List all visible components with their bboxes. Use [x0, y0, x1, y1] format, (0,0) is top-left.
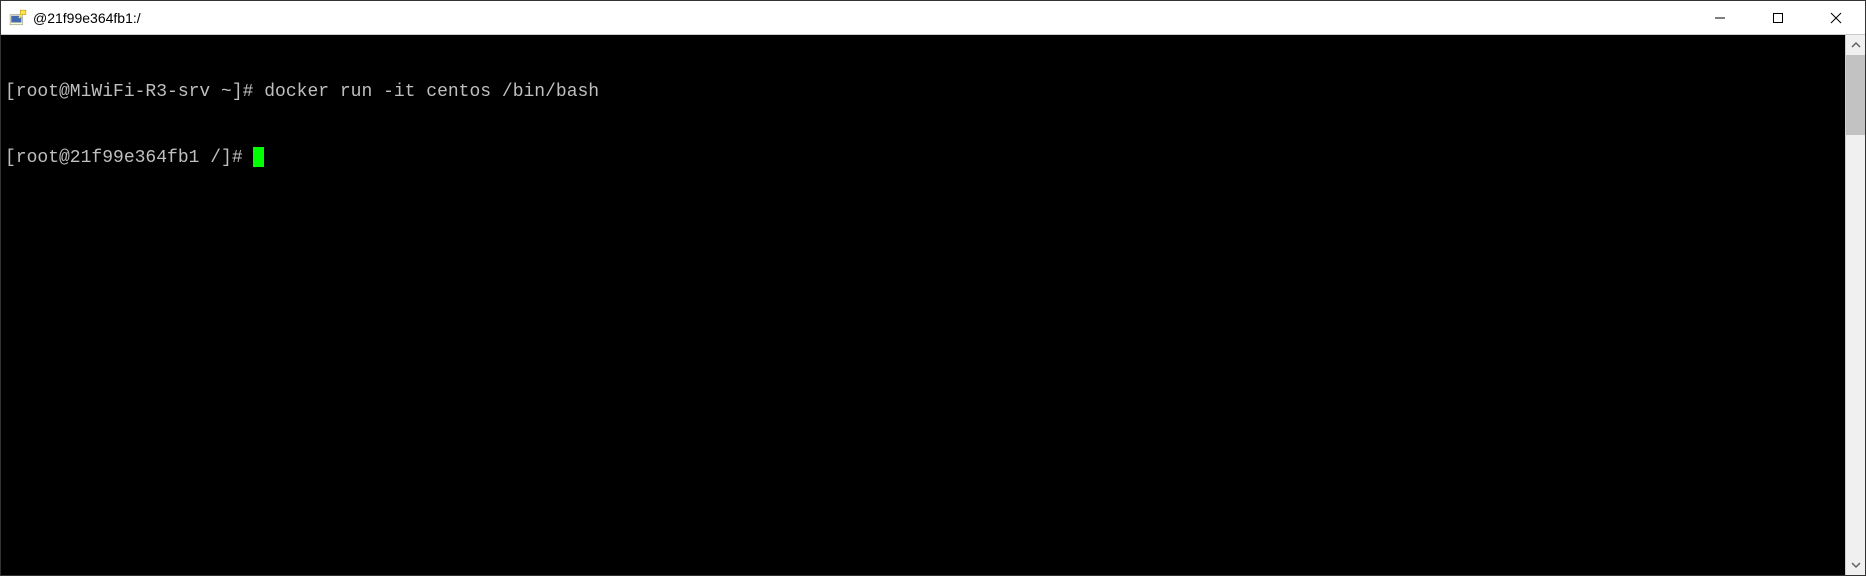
terminal-cursor	[253, 147, 264, 167]
scroll-down-button[interactable]	[1846, 555, 1865, 575]
chevron-up-icon	[1851, 40, 1861, 50]
maximize-button[interactable]	[1749, 1, 1807, 34]
window-titlebar: @21f99e364fb1:/	[1, 1, 1865, 35]
scroll-up-button[interactable]	[1846, 35, 1865, 55]
close-button[interactable]	[1807, 1, 1865, 34]
vertical-scrollbar[interactable]	[1845, 35, 1865, 575]
maximize-icon	[1772, 12, 1784, 24]
scroll-thumb[interactable]	[1846, 55, 1865, 135]
shell-command: docker run -it centos /bin/bash	[264, 82, 599, 102]
terminal-line: [root@MiWiFi-R3-srv ~]# docker run -it c…	[5, 81, 1841, 103]
close-icon	[1830, 12, 1842, 24]
window-controls	[1691, 1, 1865, 34]
shell-prompt: [root@MiWiFi-R3-srv ~]#	[5, 82, 264, 102]
terminal-line: [root@21f99e364fb1 /]#	[5, 147, 1841, 169]
scroll-track[interactable]	[1846, 55, 1865, 555]
terminal-area: [root@MiWiFi-R3-srv ~]# docker run -it c…	[1, 35, 1865, 575]
shell-prompt: [root@21f99e364fb1 /]#	[5, 148, 253, 168]
chevron-down-icon	[1851, 560, 1861, 570]
putty-icon	[9, 9, 27, 27]
window-title: @21f99e364fb1:/	[33, 10, 141, 26]
terminal-output[interactable]: [root@MiWiFi-R3-srv ~]# docker run -it c…	[1, 35, 1845, 575]
minimize-icon	[1714, 12, 1726, 24]
titlebar-left: @21f99e364fb1:/	[1, 9, 141, 27]
minimize-button[interactable]	[1691, 1, 1749, 34]
